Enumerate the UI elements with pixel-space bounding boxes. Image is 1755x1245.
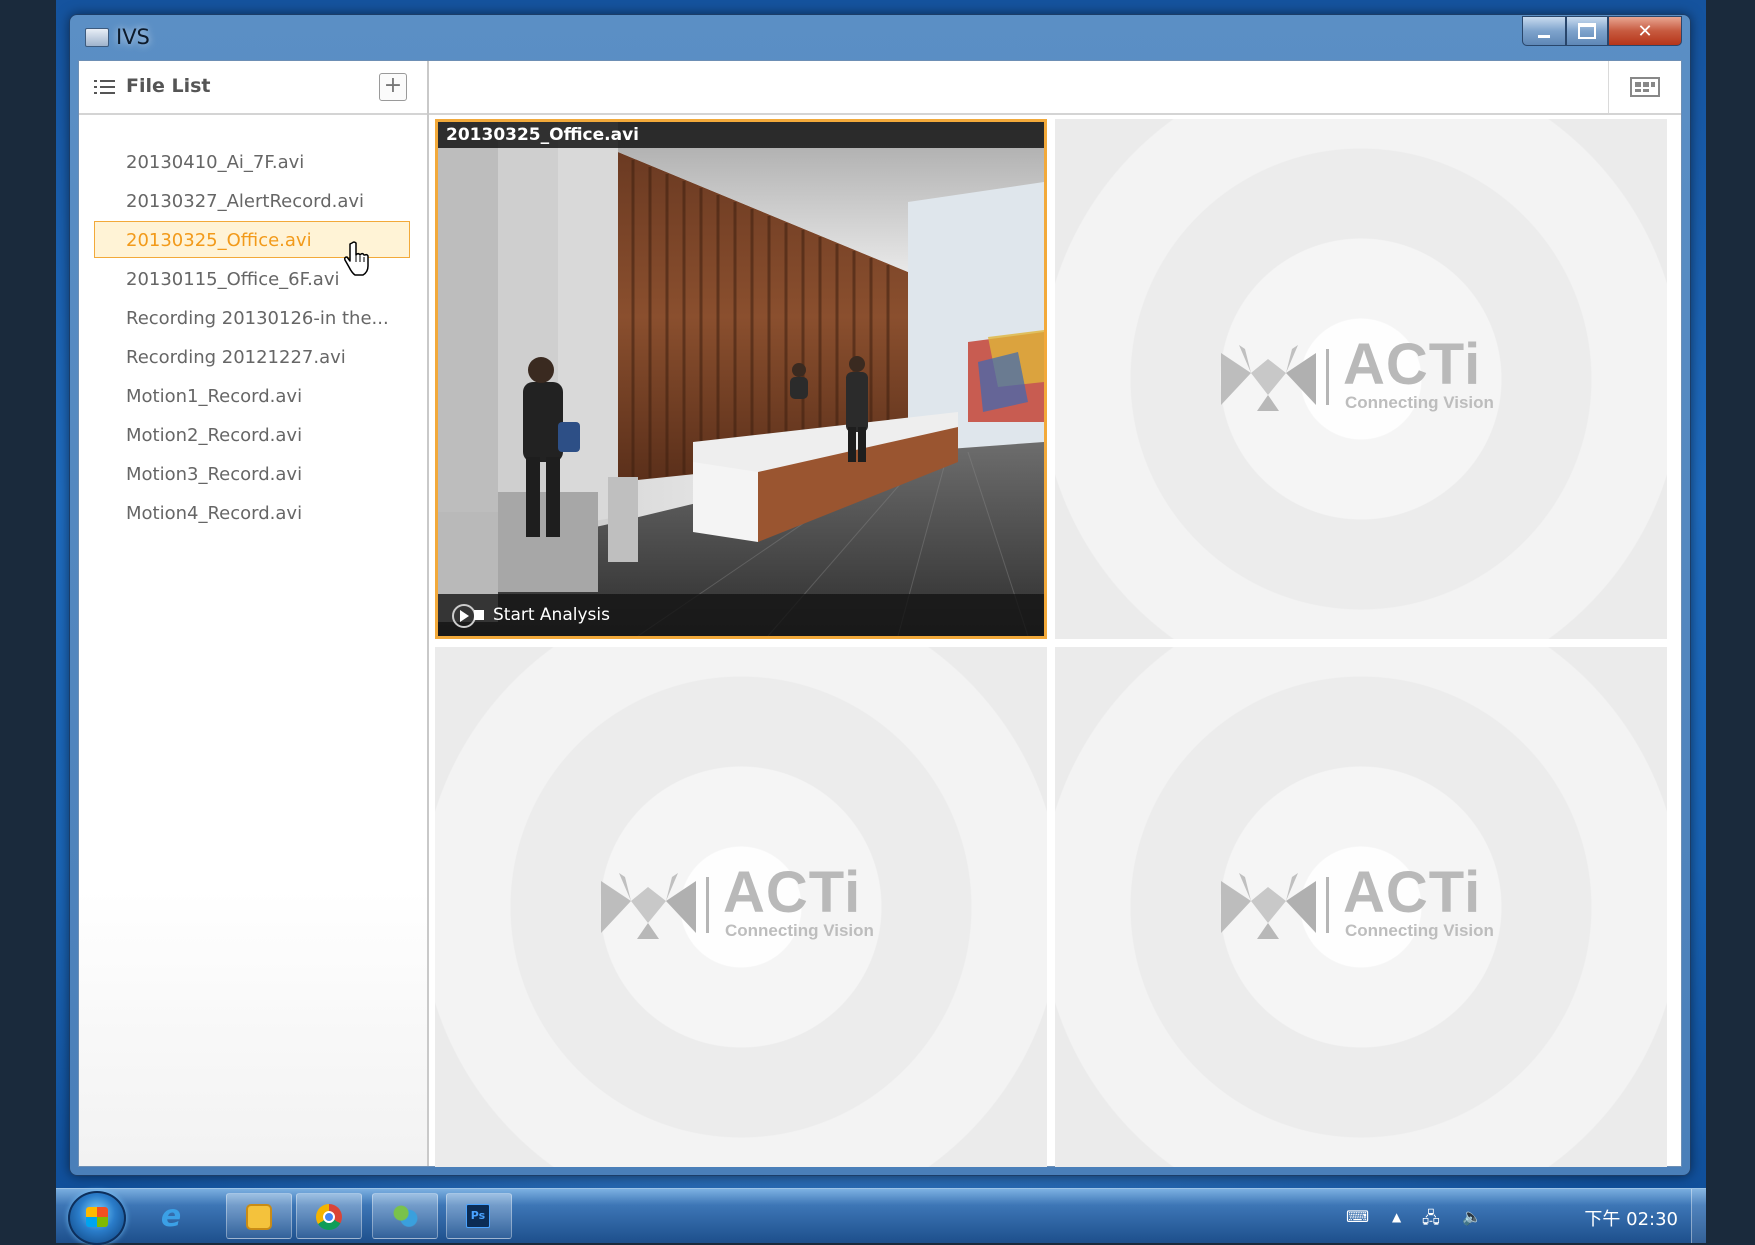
file-item[interactable]: Motion4_Record.avi bbox=[94, 494, 410, 531]
acti-logo: ACTi Connecting Vision bbox=[1221, 860, 1501, 947]
office-lobby-video-frame bbox=[438, 122, 1044, 636]
start-analysis-label: Start Analysis bbox=[493, 605, 610, 625]
chrome-icon bbox=[316, 1204, 342, 1230]
logo-brand: ACTi bbox=[1343, 860, 1482, 925]
video-cell-empty[interactable]: ACTi Connecting Vision bbox=[1055, 647, 1667, 1167]
video-toolbar bbox=[429, 61, 1681, 115]
file-list-title: File List bbox=[126, 75, 211, 97]
maximize-button[interactable] bbox=[1566, 16, 1608, 46]
taskbar-people-button[interactable] bbox=[372, 1193, 438, 1239]
taskbar: e Ps ⌨ ▲ 🖧 🔈 下午 02:30 bbox=[56, 1188, 1706, 1245]
logo-tagline: Connecting Vision bbox=[725, 921, 874, 940]
show-hidden-icons-icon[interactable]: ▲ bbox=[1392, 1210, 1401, 1224]
client-area: File List + 20130410_Ai_7F.avi 20130327_… bbox=[78, 60, 1682, 1167]
keyboard-icon[interactable]: ⌨ bbox=[1346, 1207, 1369, 1226]
taskbar-photoshop-button[interactable]: Ps bbox=[446, 1193, 512, 1239]
close-icon: ✕ bbox=[1637, 20, 1653, 42]
file-item[interactable]: Motion3_Record.avi bbox=[94, 455, 410, 492]
stop-icon bbox=[474, 610, 484, 620]
acti-logo: ACTi Connecting Vision bbox=[601, 860, 881, 947]
hand-cursor-icon bbox=[344, 241, 369, 276]
file-item[interactable]: Motion2_Record.avi bbox=[94, 416, 410, 453]
minimize-button[interactable] bbox=[1522, 16, 1566, 46]
file-item[interactable]: 20130327_AlertRecord.avi bbox=[94, 182, 410, 219]
logo-divider bbox=[1326, 877, 1329, 933]
volume-icon[interactable]: 🔈 bbox=[1462, 1207, 1482, 1226]
grid-layout-icon bbox=[1630, 77, 1660, 97]
acti-logo: ACTi Connecting Vision bbox=[1221, 332, 1501, 419]
video-cell-empty[interactable]: ACTi Connecting Vision bbox=[1055, 119, 1667, 639]
add-file-button[interactable]: + bbox=[379, 73, 407, 101]
file-list: 20130410_Ai_7F.avi 20130327_AlertRecord.… bbox=[94, 143, 410, 533]
clock[interactable]: 下午 02:30 bbox=[1584, 1205, 1678, 1231]
taskbar-chrome-button[interactable] bbox=[296, 1193, 362, 1239]
logo-tagline: Connecting Vision bbox=[1345, 921, 1494, 940]
logo-brand: ACTi bbox=[723, 860, 862, 925]
photoshop-icon: Ps bbox=[466, 1204, 490, 1228]
logo-divider bbox=[1326, 349, 1329, 405]
ie-icon: e bbox=[160, 1199, 182, 1234]
close-button[interactable]: ✕ bbox=[1608, 16, 1682, 46]
acti-logo-mark-icon bbox=[601, 873, 696, 939]
show-desktop-button[interactable] bbox=[1691, 1189, 1706, 1243]
ivs-window: IVS ✕ File List + 20130410_Ai_7F.avi 201… bbox=[69, 14, 1691, 1176]
window-controls: ✕ bbox=[1522, 16, 1682, 46]
logo-tagline: Connecting Vision bbox=[1345, 393, 1494, 412]
people-icon bbox=[392, 1204, 418, 1230]
maximize-icon bbox=[1578, 23, 1596, 39]
start-analysis-button[interactable]: Start Analysis bbox=[438, 594, 1044, 636]
acti-logo-mark-icon bbox=[1221, 873, 1316, 939]
acti-logo-mark-icon bbox=[1221, 345, 1316, 411]
taskbar-outlook-button[interactable] bbox=[226, 1193, 292, 1239]
video-cell-active[interactable]: 20130325_Office.avi Start Analysis bbox=[435, 119, 1047, 639]
file-list-header: File List + bbox=[79, 61, 427, 115]
windows-logo-icon bbox=[86, 1207, 108, 1227]
video-cell-empty[interactable]: ACTi Connecting Vision bbox=[435, 647, 1047, 1167]
system-tray: ⌨ ▲ 🖧 🔈 下午 02:30 bbox=[1326, 1189, 1706, 1243]
file-item[interactable]: Recording 20130126-in the... bbox=[94, 299, 410, 336]
file-item[interactable]: 20130410_Ai_7F.avi bbox=[94, 143, 410, 180]
logo-divider bbox=[706, 877, 709, 933]
list-icon bbox=[94, 80, 116, 96]
minimize-icon bbox=[1538, 34, 1550, 38]
video-panel: 20130325_Office.avi Start Analysis ACTi … bbox=[429, 61, 1681, 1167]
file-item[interactable]: Motion1_Record.avi bbox=[94, 377, 410, 414]
layout-button[interactable] bbox=[1608, 61, 1681, 113]
file-item[interactable]: Recording 20121227.avi bbox=[94, 338, 410, 375]
outlook-icon bbox=[246, 1204, 272, 1230]
file-list-panel: File List + 20130410_Ai_7F.avi 20130327_… bbox=[79, 61, 429, 1166]
video-title: 20130325_Office.avi bbox=[438, 122, 1044, 148]
start-button[interactable] bbox=[68, 1191, 126, 1245]
play-icon bbox=[452, 604, 476, 628]
window-title: IVS bbox=[116, 25, 150, 49]
taskbar-ie-button[interactable]: e bbox=[138, 1193, 204, 1239]
logo-brand: ACTi bbox=[1343, 332, 1482, 397]
video-grid: 20130325_Office.avi Start Analysis ACTi … bbox=[435, 119, 1675, 1167]
network-icon[interactable]: 🖧 bbox=[1422, 1207, 1440, 1234]
app-icon bbox=[85, 28, 109, 47]
title-bar[interactable]: IVS ✕ bbox=[70, 15, 1690, 59]
